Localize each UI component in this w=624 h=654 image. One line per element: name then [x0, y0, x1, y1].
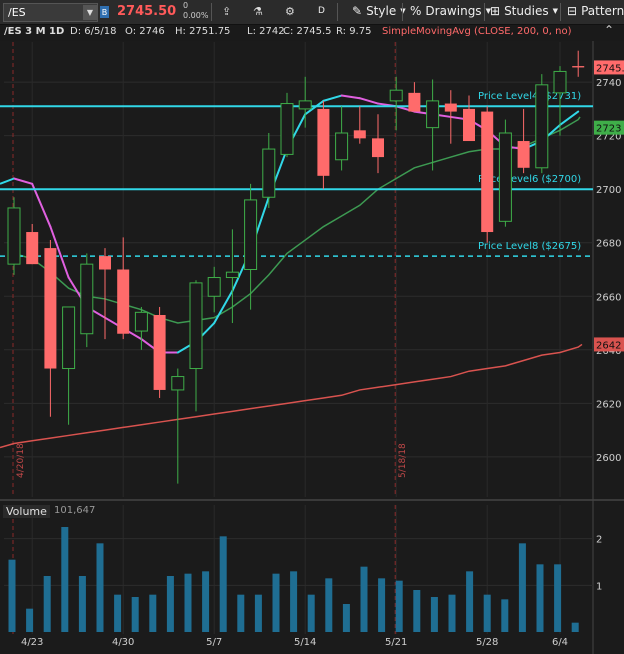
candle-body — [426, 100, 440, 129]
candle-body — [171, 376, 185, 391]
candle-body — [44, 248, 57, 369]
candle-body — [207, 277, 221, 297]
candle-body — [26, 232, 39, 265]
volume-bar — [536, 564, 544, 632]
volume-bar — [413, 590, 421, 632]
volume-bar — [43, 576, 51, 632]
y-tick-label: 2740 — [596, 78, 621, 89]
volume-bar — [571, 622, 579, 632]
volume-title: Volume — [3, 505, 50, 518]
volume-bar — [26, 608, 34, 632]
month-marker-label: 4/20/18 — [16, 443, 26, 478]
volume-bar — [219, 536, 227, 632]
price-tag-label: 2723 — [596, 124, 621, 135]
volume-bar — [8, 559, 16, 632]
volume-bar — [483, 594, 491, 632]
x-tick-label: 4/30 — [112, 637, 134, 648]
volume-bar — [61, 527, 69, 632]
x-tick-label: 4/23 — [21, 637, 43, 648]
volume-bar — [430, 597, 438, 632]
candle-body — [463, 108, 475, 142]
candle-body — [134, 311, 148, 332]
volume-bar — [78, 576, 86, 632]
volume-bar — [360, 566, 368, 632]
month-marker-label: 5/18/18 — [398, 443, 408, 478]
candle-body — [317, 108, 330, 176]
volume-tick-label: 1 — [596, 581, 602, 592]
candle-body — [372, 138, 384, 158]
candle-body — [153, 315, 166, 390]
y-tick-label: 2620 — [596, 399, 621, 410]
volume-bar — [395, 580, 403, 632]
x-tick-label: 5/7 — [206, 637, 222, 648]
volume-bar — [254, 594, 262, 632]
candle-body — [80, 263, 94, 335]
x-tick-label: 5/14 — [294, 637, 316, 648]
volume-bar — [501, 599, 509, 632]
y-tick-label: 2680 — [596, 239, 621, 250]
candle-body — [553, 70, 567, 94]
volume-bar — [554, 564, 562, 632]
y-tick-label: 2660 — [596, 292, 621, 303]
volume-bar — [466, 571, 474, 632]
price-level-label: Price Level6 ($2700) — [478, 174, 581, 185]
x-tick-label: 6/4 — [552, 637, 568, 648]
x-tick-label: 5/21 — [385, 637, 407, 648]
volume-bar — [272, 573, 280, 632]
candle-body — [444, 103, 457, 112]
candle-body — [517, 141, 530, 168]
candle-body — [298, 100, 312, 110]
candle-body — [62, 306, 76, 370]
candle-body — [262, 148, 276, 198]
volume-bar — [290, 571, 298, 632]
y-tick-label: 2600 — [596, 453, 621, 464]
volume-value: 101,647 — [54, 505, 96, 516]
volume-bar — [184, 573, 192, 632]
volume-bar — [378, 578, 386, 632]
candle-body — [498, 132, 512, 222]
candle-body — [389, 89, 403, 102]
candle-body — [189, 282, 203, 370]
candle-body — [572, 66, 585, 68]
volume-bar — [149, 594, 157, 632]
volume-bar — [202, 571, 210, 632]
candle-body — [353, 130, 366, 139]
volume-bar — [518, 543, 526, 632]
candle-body — [535, 84, 549, 169]
candle-body — [117, 269, 130, 334]
candle-body — [7, 207, 21, 265]
volume-bar — [237, 594, 245, 632]
candle-body — [335, 132, 349, 161]
price-level-label: Price Level8 ($2675) — [478, 241, 581, 252]
candle-body — [481, 111, 494, 233]
volume-bar — [96, 543, 104, 632]
volume-bar — [325, 578, 333, 632]
price-tag-label: 2745. — [596, 63, 624, 74]
x-tick-label: 5/28 — [476, 637, 498, 648]
volume-bar — [131, 597, 139, 632]
candle-body — [408, 92, 421, 112]
volume-bar — [342, 604, 350, 632]
volume-bar — [114, 594, 122, 632]
y-tick-label: 2700 — [596, 185, 621, 196]
price-tag-label: 2642 — [596, 340, 621, 351]
price-chart: 260026202640266026802700272027404/234/30… — [0, 41, 624, 654]
volume-bar — [448, 594, 456, 632]
volume-bar — [307, 594, 315, 632]
candle-body — [99, 256, 111, 270]
volume-tick-label: 2 — [596, 535, 602, 546]
candle-body — [244, 199, 258, 270]
candle-body — [225, 271, 239, 279]
volume-bar — [166, 576, 174, 632]
candle-body — [280, 103, 294, 155]
